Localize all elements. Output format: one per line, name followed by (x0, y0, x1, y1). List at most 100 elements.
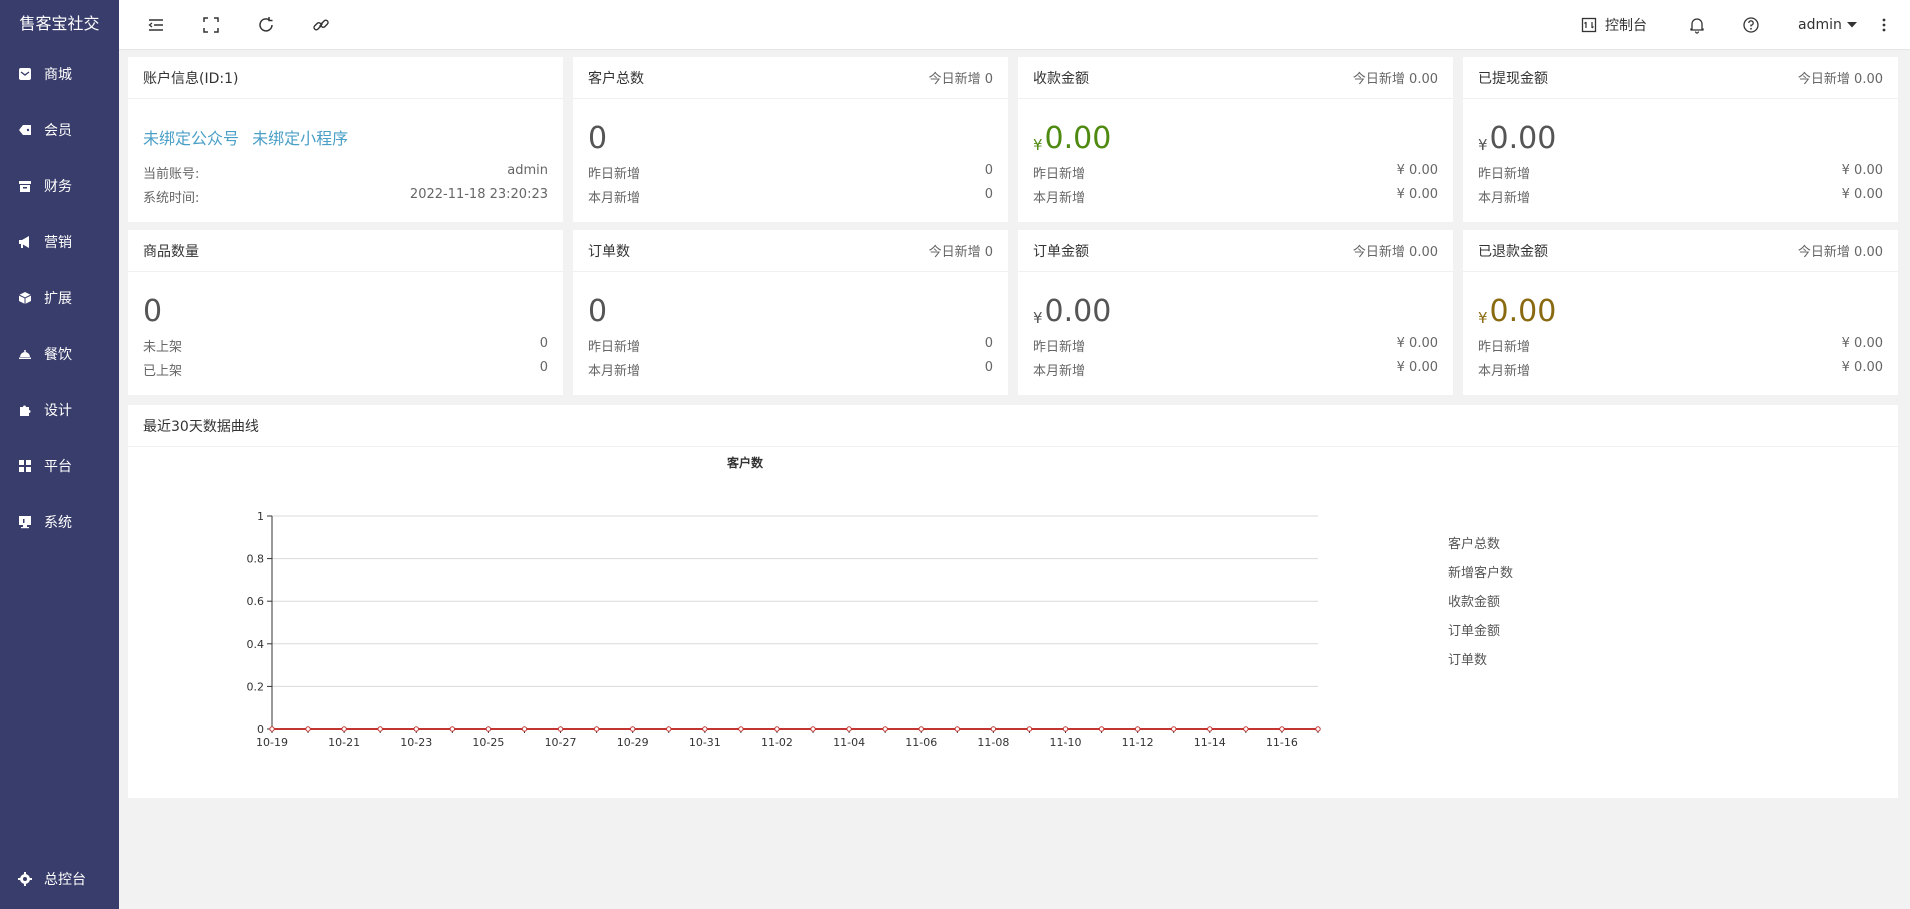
data-point (521, 726, 528, 732)
menu-collapse-icon[interactable] (146, 15, 166, 35)
account-card: 账户信息(ID:1) 未绑定公众号 未绑定小程序 当前账号: admin 系统时… (128, 57, 563, 222)
console-label: 控制台 (1605, 18, 1647, 34)
stat-row: 本月新增 ¥ 0.00 (1478, 360, 1883, 379)
sidebar-item-master-console[interactable]: 总控台 (0, 859, 119, 899)
data-point (1134, 726, 1141, 732)
sidebar-item-extension[interactable]: 扩展 (0, 270, 119, 326)
puzzle-icon (20, 405, 31, 416)
legend-item[interactable]: 新增客户数 (1448, 559, 1513, 588)
notification-button[interactable] (1688, 0, 1706, 50)
currency-symbol: ¥ (1033, 136, 1043, 154)
tag-icon (19, 125, 31, 135)
sidebar-item-member[interactable]: 会员 (0, 102, 119, 158)
x-tick-label: 11-04 (833, 736, 865, 749)
bind-links: 未绑定公众号 未绑定小程序 (143, 119, 356, 159)
card-header: 已退款金额 今日新增 0.00 (1463, 230, 1898, 272)
data-point (918, 726, 924, 732)
more-vertical-icon (1882, 18, 1886, 32)
row-label: 本月新增 (588, 364, 641, 379)
caret-down-icon (1846, 22, 1857, 28)
stat-row: 已上架 0 (143, 360, 548, 379)
gear-icon (18, 872, 32, 886)
top-header: 控制台 admin (119, 0, 1910, 50)
data-point (810, 726, 816, 732)
row-label: 昨日新增 (1478, 167, 1531, 182)
sidebar-item-label: 会员 (44, 123, 72, 139)
data-point (1098, 726, 1105, 732)
data-point (1062, 726, 1069, 732)
row-value: 0 (984, 360, 993, 375)
row-label: 当前账号: (143, 167, 200, 182)
sidebar-item-system[interactable]: 系统 (0, 494, 119, 550)
sidebar-item-label: 扩展 (44, 291, 72, 307)
data-point (702, 726, 708, 732)
refunded-card: 已退款金额 今日新增 0.00 ¥0.00 昨日新增 ¥ 0.00 本月新增 ¥… (1463, 230, 1898, 395)
bind-miniprogram-link[interactable]: 未绑定小程序 (252, 129, 348, 148)
card-header: 订单金额 今日新增 0.00 (1018, 230, 1453, 272)
data-point (954, 726, 961, 732)
help-button[interactable] (1742, 0, 1760, 50)
archive-icon (19, 181, 31, 192)
fullscreen-icon[interactable] (201, 15, 221, 35)
more-button[interactable] (1881, 0, 1887, 50)
sidebar-item-marketing[interactable]: 营销 (0, 214, 119, 270)
chart-legend: 客户总数 新增客户数 收款金额 订单金额 订单数 (1448, 530, 1513, 675)
x-tick-label: 11-06 (905, 736, 937, 749)
card-header: 订单数 今日新增 0 (573, 230, 1008, 272)
stat-row: 本月新增 ¥ 0.00 (1033, 187, 1438, 206)
legend-item[interactable]: 订单金额 (1448, 617, 1513, 646)
y-tick-label: 0.8 (247, 553, 265, 566)
card-title: 已退款金额 (1478, 243, 1548, 260)
bind-wechat-link[interactable]: 未绑定公众号 (143, 129, 239, 148)
data-point (557, 726, 564, 732)
cloche-icon (19, 350, 31, 359)
stat-row: 本月新增 ¥ 0.00 (1478, 187, 1883, 206)
today-increase: 今日新增 0.00 (1797, 72, 1883, 87)
row-value: ¥ 0.00 (1396, 187, 1438, 202)
grid-icon (19, 460, 31, 472)
stat-row: 昨日新增 ¥ 0.00 (1478, 163, 1883, 182)
legend-item[interactable]: 收款金额 (1448, 588, 1513, 617)
stat-row: 本月新增 ¥ 0.00 (1033, 360, 1438, 379)
card-header: 商品数量 (128, 230, 563, 272)
x-tick-label: 10-29 (617, 736, 649, 749)
sidebar-item-label: 营销 (44, 235, 72, 251)
sidebar-item-label: 系统 (44, 515, 72, 531)
console-button[interactable]: 控制台 (1581, 0, 1647, 50)
link-icon[interactable] (311, 15, 331, 35)
row-value: 0 (984, 163, 993, 178)
stat-row: 本月新增 0 (588, 360, 993, 379)
sidebar-item-catering[interactable]: 餐饮 (0, 326, 119, 382)
withdrawn-card: 已提现金额 今日新增 0.00 ¥0.00 昨日新增 ¥ 0.00 本月新增 ¥… (1463, 57, 1898, 222)
sidebar-item-finance[interactable]: 财务 (0, 158, 119, 214)
data-point (738, 726, 744, 732)
sidebar-item-platform[interactable]: 平台 (0, 438, 119, 494)
currency-symbol: ¥ (1478, 309, 1488, 327)
refresh-icon[interactable] (256, 15, 276, 35)
user-menu[interactable]: admin (1798, 0, 1858, 50)
legend-item[interactable]: 订单数 (1448, 646, 1513, 675)
card-title: 订单数 (588, 243, 630, 260)
card-header: 已提现金额 今日新增 0.00 (1463, 57, 1898, 99)
legend-item[interactable]: 客户总数 (1448, 530, 1513, 559)
data-point (413, 726, 419, 732)
products-card: 商品数量 0 未上架 0 已上架 0 (128, 230, 563, 395)
row-label: 本月新增 (1033, 364, 1086, 379)
row-label: 本月新增 (1033, 191, 1086, 206)
currency-symbol: ¥ (1478, 136, 1488, 154)
row-value: 0 (984, 336, 993, 351)
big-value: 0 (143, 294, 163, 329)
line-chart: 客户数 0 0.2 0.4 0.6 0.8 1 10-19 10-21 10-23 10-25 10-… (247, 455, 1321, 749)
currency-symbol: ¥ (1033, 309, 1043, 327)
sidebar-item-mall[interactable]: 商城 (0, 46, 119, 102)
stat-row: 昨日新增 ¥ 0.00 (1033, 163, 1438, 182)
amount: 0.00 (1489, 121, 1557, 156)
app-logo[interactable]: 售客宝社交 (0, 0, 119, 48)
big-value: 0 (588, 121, 608, 156)
x-tick-label: 11-14 (1194, 736, 1226, 749)
data-point (341, 726, 347, 732)
row-label: 本月新增 (1478, 191, 1531, 206)
sidebar-item-design[interactable]: 设计 (0, 382, 119, 438)
x-tick-label: 10-25 (472, 736, 504, 749)
row-label: 昨日新增 (1033, 340, 1086, 355)
